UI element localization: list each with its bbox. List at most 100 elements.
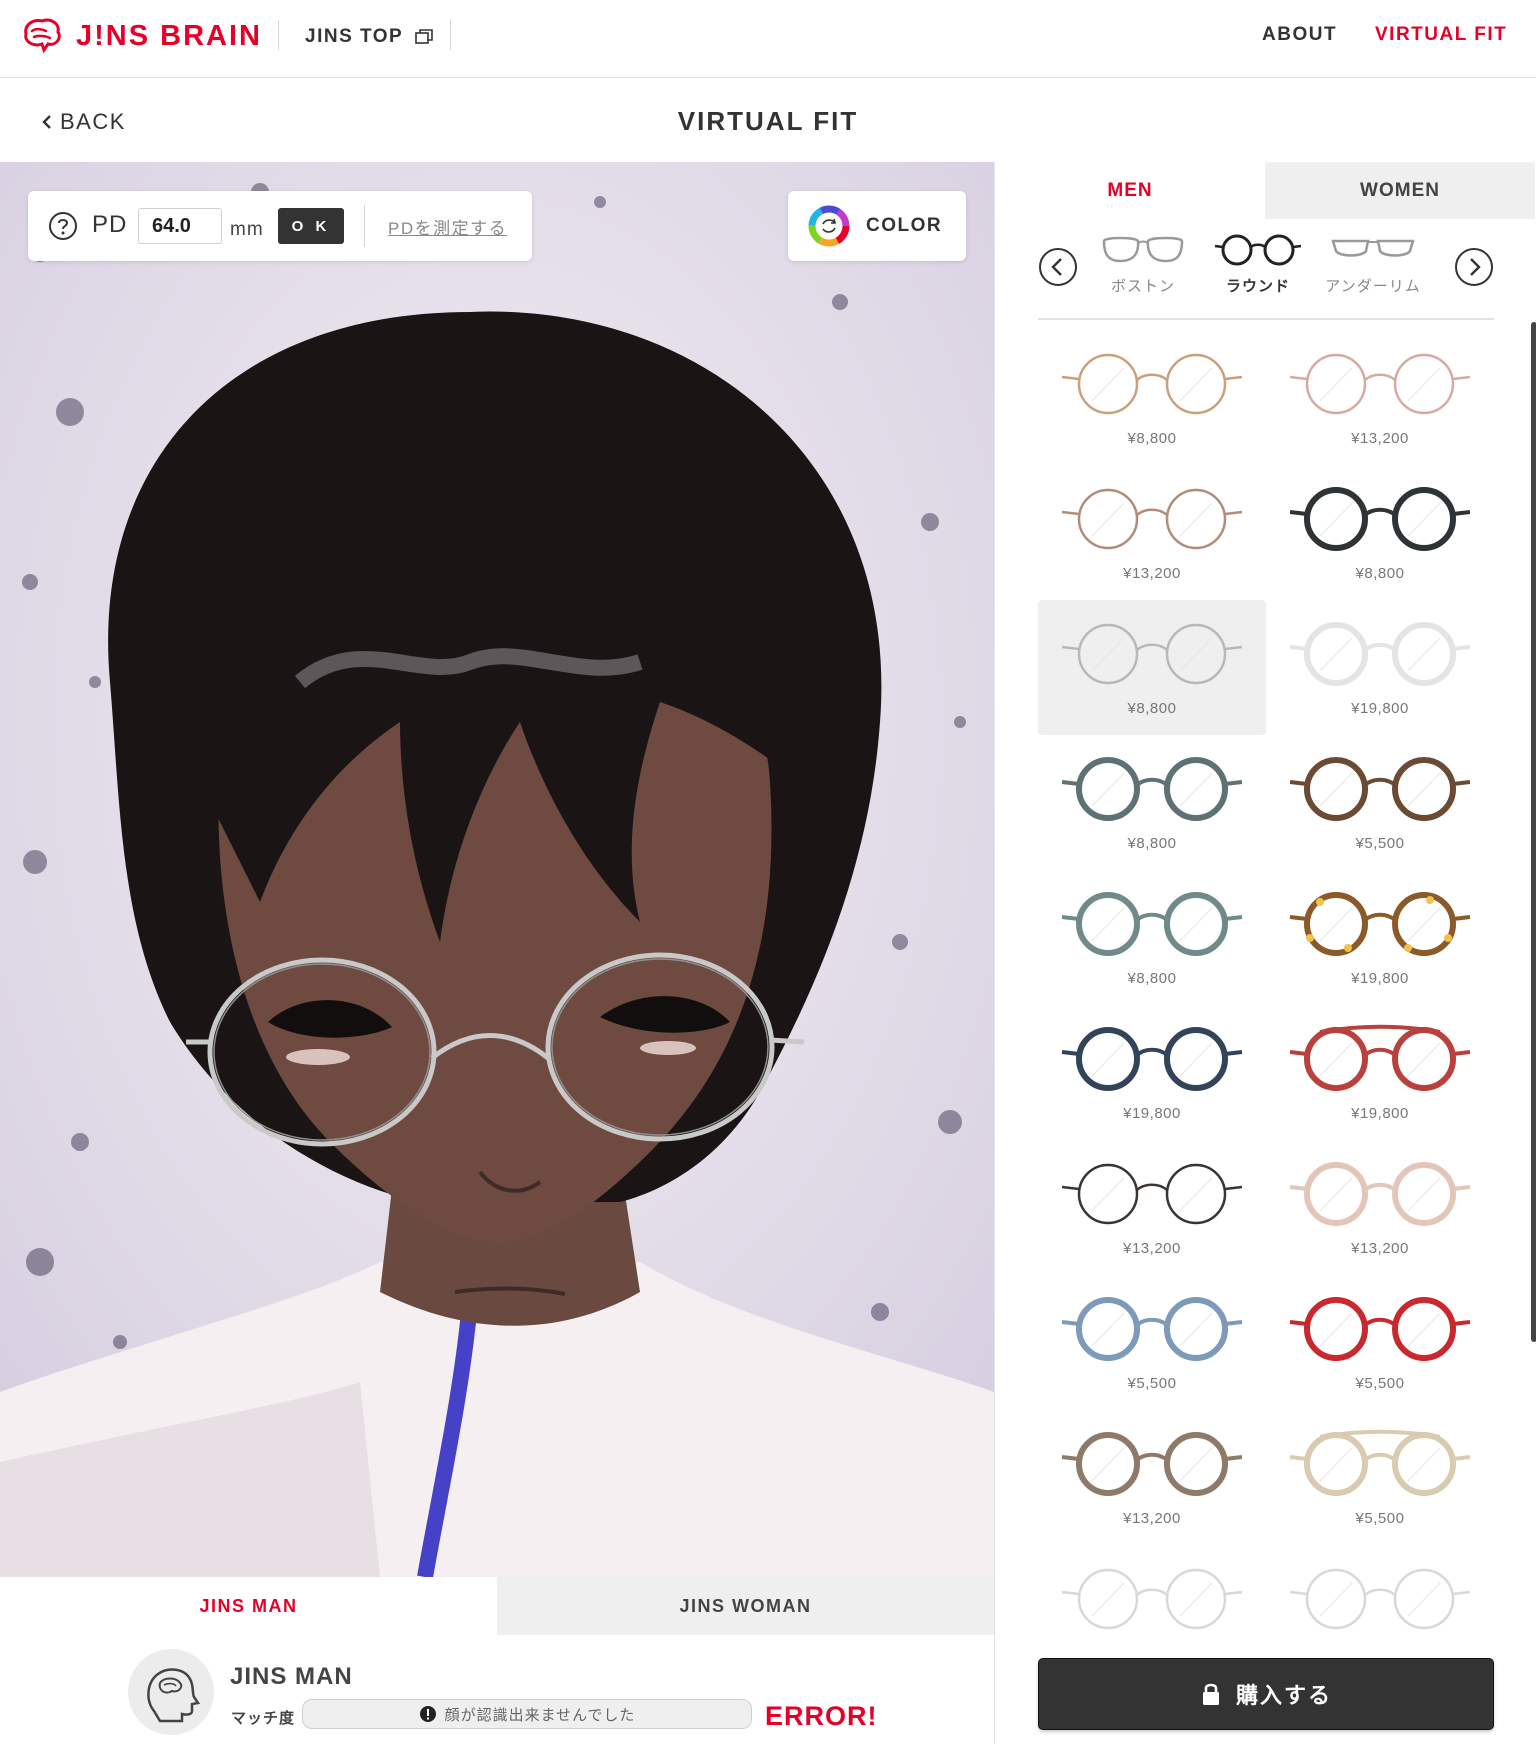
product-price: ¥19,800	[1351, 1105, 1409, 1122]
shape-carousel: ボストン ラウンド アンダーリム	[995, 219, 1536, 319]
product-price: ¥5,500	[1355, 1510, 1405, 1527]
eyeglasses-icon	[1061, 1568, 1243, 1630]
scrollbar-thumb[interactable]	[1531, 322, 1536, 1342]
product-grid: ¥8,800 ¥13,200 ¥13,200 ¥8,800 ¥8,800 ¥19,800 ¥…	[995, 320, 1536, 1646]
shape-under-rim[interactable]: アンダーリム	[1318, 233, 1428, 296]
product-price: ¥13,200	[1351, 1240, 1409, 1257]
pd-divider	[364, 205, 365, 247]
eyeglasses-icon	[1061, 488, 1243, 550]
try-on-photo: PD mm O K PDを測定する COLOR	[0, 162, 994, 1577]
eyeglasses-icon	[1061, 892, 1243, 956]
product-price: ¥13,200	[1351, 430, 1409, 447]
product-card[interactable]: ¥8,800	[1266, 465, 1494, 600]
tab-women[interactable]: WOMEN	[1265, 162, 1535, 219]
product-card[interactable]: ¥19,800	[1266, 600, 1494, 735]
product-card[interactable]: ¥8,800	[1038, 600, 1266, 735]
product-card[interactable]: ¥13,200	[1038, 465, 1266, 600]
header-divider	[278, 20, 279, 50]
jins-top-link[interactable]: JINS TOP	[305, 24, 434, 50]
product-card[interactable]: ¥19,800	[1266, 1005, 1494, 1140]
product-price: ¥19,800	[1351, 970, 1409, 987]
pd-input[interactable]	[138, 208, 222, 244]
nav-virtual-fit[interactable]: VIRTUAL FIT	[1375, 24, 1507, 46]
tab-jins-man[interactable]: JINS MAN	[0, 1577, 497, 1635]
product-price: ¥8,800	[1127, 700, 1177, 717]
buy-label: 購入する	[1235, 1683, 1332, 1708]
tab-men[interactable]: MEN	[995, 162, 1265, 219]
brand-logo-link[interactable]: J!NS BRAIN	[20, 14, 262, 58]
nav-about[interactable]: ABOUT	[1262, 24, 1337, 46]
color-label: COLOR	[866, 215, 943, 236]
match-message: 顔が認識出来ませんでした	[444, 1706, 636, 1724]
eyeglasses-icon	[1061, 353, 1243, 415]
pd-label: PD	[92, 211, 128, 238]
product-card[interactable]: ¥5,500	[1038, 1275, 1266, 1410]
model-name: JINS MAN	[230, 1663, 353, 1690]
eyeglasses-icon	[1289, 892, 1471, 956]
tab-jins-woman[interactable]: JINS WOMAN	[497, 1577, 994, 1635]
model-tabs: JINS MAN JINS WOMAN	[0, 1577, 994, 1635]
product-card[interactable]: ¥13,200	[1038, 1410, 1266, 1545]
chevron-left-circle-icon[interactable]	[1038, 247, 1078, 287]
product-card[interactable]: ¥19,800	[1038, 1005, 1266, 1140]
eyeglasses-icon	[1289, 1568, 1471, 1630]
product-price: ¥13,200	[1123, 1240, 1181, 1257]
product-card[interactable]: ¥13,200	[1266, 1140, 1494, 1275]
color-button[interactable]: COLOR	[788, 191, 966, 261]
face-photo-illustration	[0, 162, 994, 1577]
frame-selector-panel: MEN WOMEN ボストン ラウンド アンダーリム ¥8,800 ¥13,20…	[994, 162, 1536, 1744]
help-icon[interactable]	[48, 211, 78, 241]
eyeglasses-icon	[1289, 353, 1471, 415]
brand-name: J!NS BRAIN	[76, 19, 262, 52]
pd-measure-link[interactable]: PDを測定する	[388, 214, 507, 239]
jins-top-label: JINS TOP	[305, 26, 404, 47]
product-card[interactable]: ¥13,200	[1038, 1140, 1266, 1275]
eyeglasses-icon	[1289, 1297, 1471, 1361]
eyeglasses-icon	[1061, 1432, 1243, 1496]
external-window-icon	[415, 29, 434, 44]
eyeglasses-icon	[1289, 1024, 1471, 1091]
product-price: ¥5,500	[1355, 1375, 1405, 1392]
product-card[interactable]: ¥8,800	[1038, 735, 1266, 870]
warning-icon	[419, 1706, 436, 1722]
product-price: ¥8,800	[1127, 835, 1177, 852]
product-card[interactable]: ¥5,500	[1266, 1410, 1494, 1545]
buy-button[interactable]: 購入する	[1038, 1658, 1494, 1730]
sub-header: BACK VIRTUAL FIT	[0, 78, 1536, 162]
product-card[interactable]: ¥5,500	[1266, 1275, 1494, 1410]
shape-boston[interactable]: ボストン	[1088, 233, 1198, 296]
eyeglasses-icon	[1289, 1429, 1471, 1496]
match-result: JINS MAN マッチ度 顔が認識出来ませんでした ERROR!	[0, 1635, 994, 1744]
product-price: ¥8,800	[1127, 430, 1177, 447]
product-card[interactable]: ¥13,200	[1266, 330, 1494, 465]
match-bar: 顔が認識出来ませんでした	[302, 1699, 752, 1729]
product-card[interactable]: ¥19,800	[1266, 870, 1494, 1005]
eyeglasses-icon	[1061, 1297, 1243, 1361]
pd-ok-button[interactable]: O K	[278, 208, 344, 244]
error-text: ERROR!	[765, 1701, 878, 1731]
product-price: ¥5,500	[1127, 1375, 1177, 1392]
chevron-right-circle-icon[interactable]	[1454, 247, 1494, 287]
product-card[interactable]: ¥8,800	[1038, 870, 1266, 1005]
under-rim-frame-icon	[1331, 239, 1415, 257]
shape-label: ボストン	[1110, 278, 1175, 295]
page-title: VIRTUAL FIT	[677, 106, 859, 136]
product-card[interactable]	[1038, 1545, 1266, 1646]
product-price: ¥8,800	[1355, 565, 1405, 582]
product-card[interactable]	[1266, 1545, 1494, 1646]
color-wheel-icon	[808, 205, 850, 247]
head-brain-icon	[147, 1668, 201, 1723]
product-price: ¥19,800	[1123, 1105, 1181, 1122]
product-card[interactable]: ¥5,500	[1266, 735, 1494, 870]
eyeglasses-icon	[1289, 487, 1471, 551]
product-price: ¥8,800	[1127, 970, 1177, 987]
pd-unit: mm	[230, 219, 264, 240]
product-price: ¥13,200	[1123, 565, 1181, 582]
eyeglasses-icon	[1289, 1162, 1471, 1226]
header-divider	[450, 20, 451, 50]
pd-panel: PD mm O K PDを測定する	[28, 191, 532, 261]
eyeglasses-icon	[1061, 623, 1243, 685]
round-frame-icon	[1214, 234, 1302, 266]
product-card[interactable]: ¥8,800	[1038, 330, 1266, 465]
shape-round[interactable]: ラウンド	[1203, 233, 1313, 296]
